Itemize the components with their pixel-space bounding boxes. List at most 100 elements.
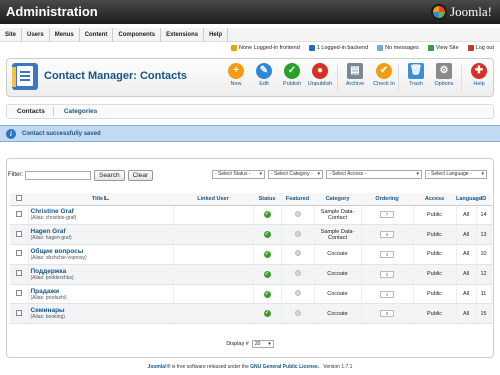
row-checkbox[interactable] <box>15 290 22 297</box>
row-checkbox[interactable] <box>15 250 22 257</box>
select-language[interactable]: - Select Language - ▾ <box>425 170 487 179</box>
publish-button[interactable]: ✓ Publish <box>279 63 305 87</box>
joomla-logo[interactable]: Joomla! <box>431 3 492 21</box>
check-in-icon: ✔ <box>376 63 392 79</box>
ordering-input[interactable]: 3 <box>380 250 394 258</box>
filter-search-input[interactable] <box>25 170 91 180</box>
menu-item-users[interactable]: Users <box>22 27 50 42</box>
featured-cell <box>281 303 315 325</box>
id-cell: 12 <box>476 264 492 285</box>
row-checkbox-cell <box>10 303 29 325</box>
status-cell: ✓ <box>253 224 282 246</box>
contact-title-link[interactable]: Hagen Graf <box>31 228 173 235</box>
contact-alias: (Alias: christine-graf) <box>30 215 77 222</box>
col-linked-user[interactable]: Linked User <box>173 193 253 206</box>
backend-users-icon <box>308 45 315 51</box>
col-featured[interactable]: Featured <box>281 193 314 206</box>
contact-title-link[interactable]: Семинары <box>31 307 173 314</box>
col-language[interactable]: Language <box>456 193 482 206</box>
status-bar: None Logged-in frontend 1 Logged-in backe… <box>0 42 500 54</box>
ordering-input[interactable]: 8 <box>380 310 394 318</box>
select-status[interactable]: - Select Status - ▾ <box>212 170 265 179</box>
status-frontend-users: None Logged-in frontend <box>230 45 300 51</box>
search-button[interactable]: Search <box>94 169 125 181</box>
new-icon: + <box>228 63 244 79</box>
col-ordering[interactable]: Ordering <box>361 193 413 206</box>
status-logout[interactable]: Log out <box>467 45 494 51</box>
row-checkbox-cell <box>10 284 29 305</box>
featured-toggle-icon[interactable] <box>294 270 301 277</box>
published-icon[interactable]: ✓ <box>263 250 271 258</box>
select-access[interactable]: - Select Access - ▾ <box>326 170 422 179</box>
featured-toggle-icon[interactable] <box>294 210 301 217</box>
contact-title-link[interactable]: Christine Graf <box>31 208 173 215</box>
access-cell: Public <box>413 224 457 246</box>
select-all-checkbox[interactable] <box>16 194 22 201</box>
ordering-input[interactable]: 4 <box>380 290 394 298</box>
published-icon[interactable]: ✓ <box>263 310 271 318</box>
table-row: Christine Graf (Alias: christine-graf) ✓ Sa… <box>10 205 492 226</box>
archive-button[interactable]: ▤ Archive <box>342 63 368 87</box>
select-category[interactable]: - Select Category - ▾ <box>268 170 323 179</box>
trash-button[interactable]: 🗑 Trash <box>403 63 429 87</box>
published-icon[interactable]: ✓ <box>263 231 271 239</box>
featured-cell <box>281 224 315 246</box>
status-view-site[interactable]: View Site <box>427 45 459 51</box>
new-button[interactable]: + New <box>223 63 249 87</box>
language-cell: All <box>456 205 477 226</box>
featured-toggle-icon[interactable] <box>294 230 301 237</box>
col-access[interactable]: Access <box>413 193 456 206</box>
edit-button[interactable]: ✎ Edit <box>251 63 277 87</box>
unpublish-button[interactable]: ● Unpublish <box>307 63 333 87</box>
contacts-app-icon <box>12 63 38 90</box>
menu-item-menus[interactable]: Menus <box>50 27 80 42</box>
options-button[interactable]: ⚙ Options <box>431 63 457 87</box>
admin-header: Administration Joomla! <box>0 0 500 24</box>
col-status[interactable]: Status <box>253 193 281 206</box>
contact-title-link[interactable]: Прадажи <box>31 288 173 295</box>
published-icon[interactable]: ✓ <box>263 270 271 278</box>
featured-toggle-icon[interactable] <box>294 290 301 297</box>
ordering-input[interactable]: 6 <box>380 231 394 239</box>
featured-toggle-icon[interactable] <box>294 250 301 257</box>
col-title[interactable]: Title <box>28 193 173 206</box>
check-in-button[interactable]: ✔ Check In <box>371 63 397 87</box>
id-cell: 14 <box>476 205 492 226</box>
unpublish-icon: ● <box>312 63 328 79</box>
row-checkbox[interactable] <box>15 210 22 217</box>
help-button[interactable]: ✚ Help <box>466 63 492 87</box>
clear-button[interactable]: Clear <box>127 169 154 181</box>
contact-title-link[interactable]: Общие вопросы <box>31 248 173 255</box>
menu-item-site[interactable]: Site <box>0 27 23 42</box>
published-icon[interactable]: ✓ <box>263 290 271 298</box>
menu-item-help[interactable]: Help <box>204 27 229 42</box>
unpublish-label: Unpublish <box>307 81 333 87</box>
menu-item-extensions[interactable]: Extensions <box>161 27 205 42</box>
featured-toggle-icon[interactable] <box>294 309 301 316</box>
status-messages[interactable]: No messages <box>377 45 419 51</box>
tab-contacts[interactable]: Contacts <box>17 108 45 115</box>
ordering-input[interactable]: 7 <box>380 211 394 219</box>
contact-alias: (Alias: prodazhi) <box>30 294 67 301</box>
ordering-cell: 8 <box>361 303 414 325</box>
published-icon[interactable]: ✓ <box>263 211 271 219</box>
footer-license-link[interactable]: GNU General Public License. <box>250 364 319 370</box>
ordering-cell: 6 <box>361 224 414 246</box>
featured-cell <box>281 264 315 285</box>
language-cell: All <box>456 303 477 325</box>
row-checkbox[interactable] <box>15 230 22 237</box>
ordering-input[interactable]: 2 <box>380 270 394 278</box>
menu-item-content[interactable]: Content <box>80 27 114 42</box>
row-checkbox[interactable] <box>15 270 22 277</box>
col-category[interactable]: Category <box>314 193 361 206</box>
menu-item-components[interactable]: Components <box>113 27 162 42</box>
display-count-select[interactable]: 20 ▾ <box>251 340 274 348</box>
footer-brand-link[interactable]: Joomla!® <box>148 364 171 370</box>
contact-title-link[interactable]: Поддержка <box>31 268 173 275</box>
id-cell: 11 <box>476 284 492 305</box>
row-checkbox[interactable] <box>15 309 22 316</box>
new-label: New <box>230 81 242 87</box>
toolbar: Contact Manager: Contacts + New ✎ Edit ✓ Publ… <box>6 58 494 97</box>
select-all-header <box>10 193 28 206</box>
tab-categories[interactable]: Categories <box>64 108 98 115</box>
